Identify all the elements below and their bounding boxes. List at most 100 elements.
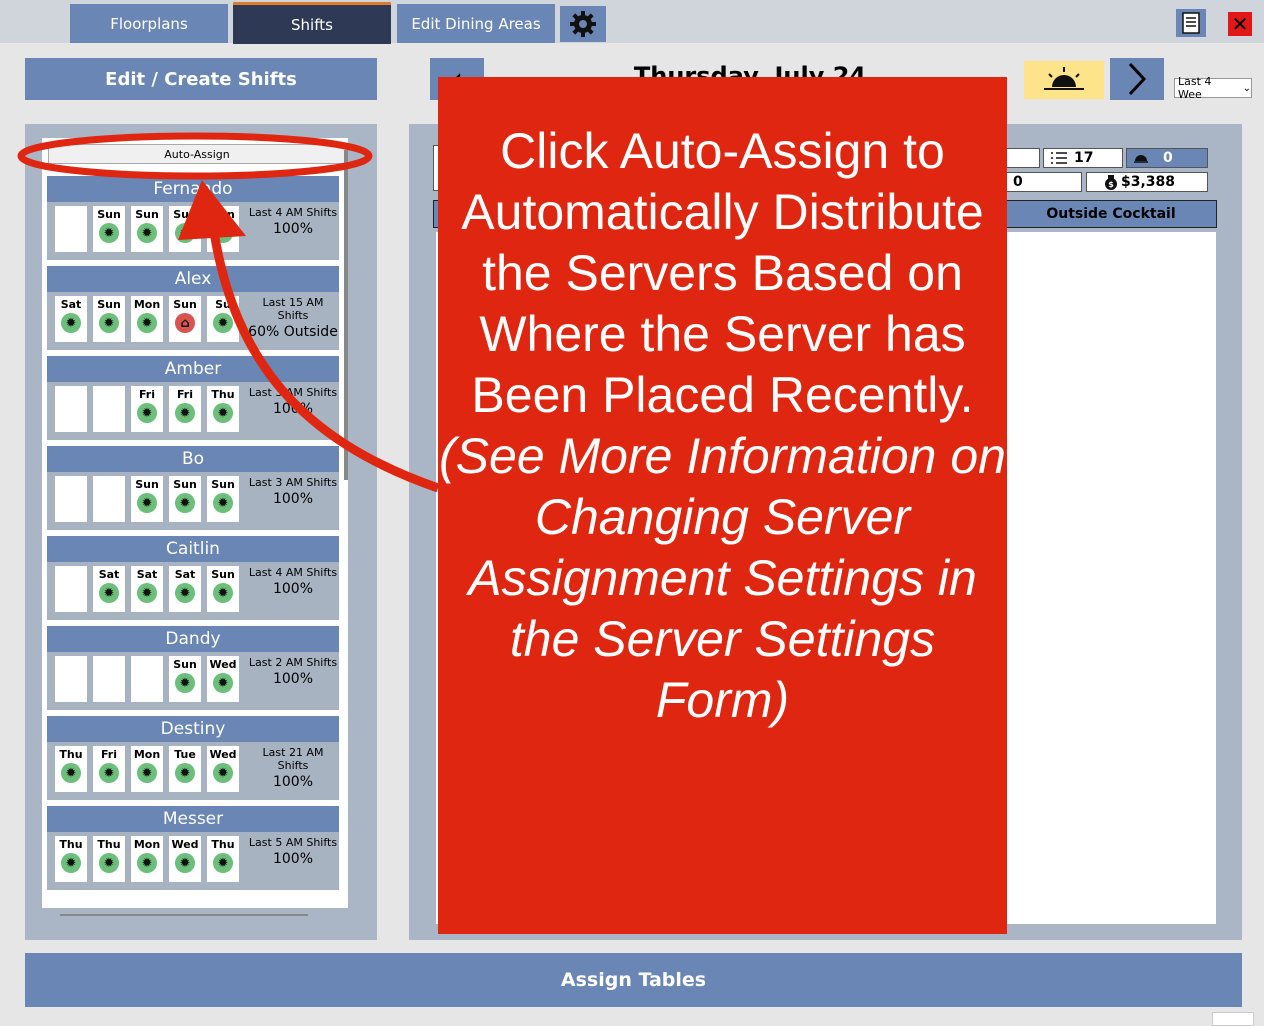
shift-period-button[interactable] <box>1024 61 1104 99</box>
sun-icon: ✹ <box>213 673 233 693</box>
notes-button[interactable] <box>1176 9 1206 37</box>
shift-day-label: Sun <box>173 658 197 671</box>
shift-day-slot: Wed ✹ <box>207 656 239 702</box>
chevron-down-icon: ⌄ <box>1242 82 1251 94</box>
shift-day-slot: Thu ✹ <box>55 836 87 882</box>
shift-day-slot: Mon ✹ <box>131 746 163 792</box>
shift-count: Last 5 AM Shifts <box>248 836 338 849</box>
next-day-button[interactable] <box>1110 58 1164 100</box>
server-card[interactable]: Fernando Sun ✹ Sun ✹ Sun ✹ Sun ✹ Last 4 AM Shifts… <box>47 176 339 260</box>
shift-day-slot <box>55 656 87 702</box>
sun-icon: ✹ <box>137 313 157 333</box>
tab-shifts[interactable]: Shifts <box>233 2 391 44</box>
sun-icon: ✹ <box>213 403 233 423</box>
shift-stats: Last 15 AM Shifts 60% Outside <box>247 296 339 340</box>
shift-percent: 100% <box>272 851 314 867</box>
sun-icon: ✹ <box>61 313 81 333</box>
gear-icon <box>570 11 596 37</box>
shift-day-slot: Sun ✹ <box>207 206 239 252</box>
shift-day-slot <box>131 656 163 702</box>
reservations-value: 0 <box>1163 150 1173 166</box>
shift-day-label: Sat <box>174 568 196 581</box>
shift-day-slot: Thu ✹ <box>55 746 87 792</box>
shift-day-label: Sun <box>97 208 121 221</box>
shift-count: Last 21 AM Shifts <box>262 746 324 772</box>
shift-percent: 100% <box>272 491 314 507</box>
shift-stats: Last 4 AM Shifts 100% <box>247 206 339 237</box>
shift-percent: 60% Outside <box>248 324 338 340</box>
shift-stats: Last 21 AM Shifts 100% <box>247 746 339 790</box>
edit-create-shifts-button[interactable]: Edit / Create Shifts <box>25 58 377 100</box>
shift-count: Last 4 AM Shifts <box>248 206 338 219</box>
shift-day-label: Sun <box>173 298 197 311</box>
shift-day-label: Fri <box>100 748 117 761</box>
sun-icon: ✹ <box>175 763 195 783</box>
shift-stats: Last 2 AM Shifts 100% <box>247 656 339 687</box>
shift-day-label: Mon <box>133 298 161 311</box>
cocktail-count-stat: 0 <box>1006 172 1082 192</box>
server-name: Destiny <box>47 716 339 742</box>
sun-icon: ✹ <box>137 763 157 783</box>
server-name: Fernando <box>47 176 339 202</box>
shift-percent: 100% <box>272 581 314 597</box>
shift-day-slot: Thu ✹ <box>207 836 239 882</box>
server-card[interactable]: Messer Thu ✹ Thu ✹ Mon ✹ Wed ✹ Thu ✹ Last 5 AM Shif… <box>47 806 339 890</box>
server-card[interactable]: Caitlin Sat ✹ Sat ✹ Sat ✹ Sun ✹ Last 4 AM Shifts 1… <box>47 536 339 620</box>
server-card[interactable]: Amber Fri ✹ Fri ✹ Thu ✹ Last 3 AM Shifts 100% <box>47 356 339 440</box>
server-card[interactable]: Dandy Sun ✹ Wed ✹ Last 2 AM Shifts 100% <box>47 626 339 710</box>
document-icon <box>1182 12 1200 34</box>
sun-icon: ✹ <box>175 583 195 603</box>
shift-stats: Last 3 AM Shifts 100% <box>247 386 339 417</box>
vertical-scrollbar[interactable] <box>344 150 348 480</box>
shift-day-slot: Su ✹ <box>207 296 239 342</box>
shift-stats: Last 5 AM Shifts 100% <box>247 836 339 867</box>
shift-count: Last 4 AM Shifts <box>248 566 338 579</box>
auto-assign-button[interactable]: Auto-Assign <box>48 144 346 164</box>
shift-day-label: Sun <box>211 208 235 221</box>
sun-icon: ✹ <box>137 583 157 603</box>
shift-day-label: Sun <box>173 478 197 491</box>
close-icon: ✕ <box>1231 12 1249 36</box>
sun-icon: ✹ <box>175 673 195 693</box>
shift-day-slot: Fri ✹ <box>131 386 163 432</box>
shift-day-label: Wed <box>209 658 237 671</box>
server-name: Amber <box>47 356 339 382</box>
shift-day-slot: Sun ⌂ <box>169 296 201 342</box>
sun-icon: ✹ <box>99 583 119 603</box>
shift-count: Last 3 AM Shifts <box>248 476 338 489</box>
sun-icon: ✹ <box>213 763 233 783</box>
callout-main-text: Click Auto-Assign to Automatically Distr… <box>461 123 984 423</box>
horizontal-scrollbar[interactable] <box>60 914 308 916</box>
assign-tables-button[interactable]: Assign Tables <box>25 953 1242 1007</box>
shift-day-slot: Sat ✹ <box>131 566 163 612</box>
period-select[interactable]: Last 4 Wee ⌄ <box>1174 75 1252 101</box>
shift-day-label: Sun <box>173 208 197 221</box>
shift-day-slot: Thu ✹ <box>93 836 125 882</box>
shift-day-slot <box>55 206 87 252</box>
tab-floorplans[interactable]: Floorplans <box>70 4 228 43</box>
close-button[interactable]: ✕ <box>1228 12 1252 36</box>
list-icon <box>1051 152 1067 164</box>
shift-day-slot: Sun ✹ <box>169 476 201 522</box>
tab-edit-dining-areas[interactable]: Edit Dining Areas <box>397 4 555 43</box>
shift-count: Last 15 AM Shifts <box>262 296 324 322</box>
server-card[interactable]: Alex Sat ✹ Sun ✹ Mon ✹ Sun ⌂ Su ✹ Last 15 AM Shifts… <box>47 266 339 350</box>
sun-icon: ✹ <box>137 493 157 513</box>
stat-blank <box>1006 148 1040 168</box>
shift-day-label: Thu <box>211 838 235 851</box>
area-tab-outside-cocktail[interactable]: Outside Cocktail <box>1005 200 1217 228</box>
shift-day-label: Fri <box>176 388 193 401</box>
shift-day-label: Wed <box>171 838 199 851</box>
callout-italic-text: (See More Information on Changing Server… <box>439 428 1006 728</box>
sunrise-icon <box>1044 67 1084 90</box>
shift-day-label: Thu <box>59 838 83 851</box>
server-card[interactable]: Bo Sun ✹ Sun ✹ Sun ✹ Last 3 AM Shifts 100% <box>47 446 339 530</box>
shift-day-label: Sat <box>60 298 82 311</box>
settings-button[interactable] <box>560 6 606 42</box>
shift-day-label: Sun <box>135 208 159 221</box>
server-card[interactable]: Destiny Thu ✹ Fri ✹ Mon ✹ Tue ✹ Wed ✹ Last 21 AM Sh… <box>47 716 339 800</box>
covers-value: 17 <box>1074 150 1094 166</box>
sun-icon: ✹ <box>99 853 119 873</box>
shift-day-slot: Sun ✹ <box>93 296 125 342</box>
sun-icon: ✹ <box>213 583 233 603</box>
